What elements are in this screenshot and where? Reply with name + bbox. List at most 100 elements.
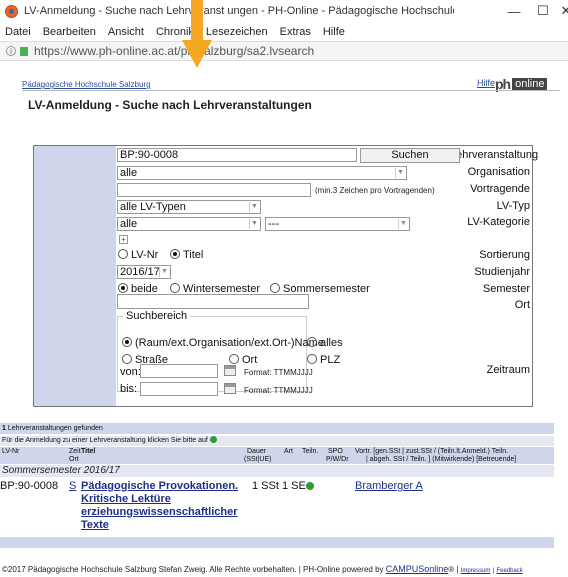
url-field[interactable]: https://www.ph-online.ac.at/ph-salzburg/… <box>34 44 314 58</box>
page-footer: ©2017 Pädagogische Hochschule Salzburg S… <box>2 564 523 574</box>
col-vortr: Vortr. [gen.SSt | zust.SSt / (Teiln.lt.A… <box>355 448 509 455</box>
row-schedule-link[interactable]: S <box>69 480 76 492</box>
col-art: Art <box>284 448 293 455</box>
organisation-value: alle <box>120 167 138 179</box>
footer-sep: | <box>492 568 495 574</box>
label-organisation: Organisation <box>467 166 530 178</box>
impressum-link[interactable]: Impressum <box>461 568 491 574</box>
sort-titel-label: Titel <box>183 249 204 261</box>
suchbereich-plz-radio[interactable]: PLZ <box>307 354 340 366</box>
menu-hilfe[interactable]: Hilfe <box>323 26 345 38</box>
studienjahr-select[interactable]: 2016/17 ▼ <box>117 265 171 279</box>
col-titel: Titel <box>81 448 96 455</box>
label-lehrveranstaltung: Lehrveranstaltung <box>450 149 539 161</box>
address-bar[interactable]: i https://www.ph-online.ac.at/ph-salzbur… <box>0 41 568 61</box>
row-vortragende-link[interactable]: Bramberger A <box>355 480 423 492</box>
menu-extras[interactable]: Extras <box>280 26 311 38</box>
calendar-icon[interactable] <box>224 383 236 394</box>
vortragende-input[interactable] <box>117 183 311 197</box>
window-title-bar: LV-Anmeldung - Suche nach Lehrveranst un… <box>0 0 568 22</box>
row-title-line-3[interactable]: erziehungswissenschaftlicher <box>81 506 238 518</box>
col-zeit: Zeit <box>69 448 81 455</box>
menu-datei[interactable]: Datei <box>5 26 31 38</box>
radio-icon <box>229 354 239 364</box>
row-dauer: 1 SSt <box>252 480 279 492</box>
label-semester: Semester <box>482 283 530 295</box>
col-spo: SPO <box>328 448 343 455</box>
label-vortragende: Vortragende <box>470 183 530 195</box>
window-title: LV-Anmeldung - Suche nach Lehrveranst un… <box>24 5 454 17</box>
results-footer-bar <box>0 537 554 548</box>
suchbereich-name-label: (Raum/ext.Organisation/ext.Ort-)Name <box>135 337 324 349</box>
lvkategorie2-select[interactable]: --- ▼ <box>265 217 410 231</box>
row-title-line-4[interactable]: Texte <box>81 519 109 531</box>
close-button[interactable]: ✕ <box>548 0 568 22</box>
col-spo-pwd: P/W/Dr <box>326 456 349 463</box>
lvkategorie-select[interactable]: alle ▼ <box>117 217 261 231</box>
suchbereich-legend: Suchbereich <box>123 310 191 322</box>
col-lvnr: LV-Nr <box>2 448 20 455</box>
bis-format-hint: Format: TTMMJJJJ <box>244 386 313 395</box>
radio-icon <box>307 337 317 347</box>
sort-lvnr-radio[interactable]: LV-Nr <box>118 249 158 261</box>
menu-ansicht[interactable]: Ansicht <box>108 26 144 38</box>
sort-lvnr-label: LV-Nr <box>131 249 159 261</box>
menu-bearbeiten[interactable]: Bearbeiten <box>43 26 96 38</box>
row-title-line-1[interactable]: Pädagogische Provokationen. <box>81 480 238 492</box>
col-dauer: Dauer <box>247 448 267 455</box>
label-zeitraum: Zeitraum <box>486 364 530 376</box>
footer-reg: ® | <box>448 565 459 574</box>
info-icon[interactable]: i <box>6 46 16 56</box>
results-count: 1 <box>2 425 6 432</box>
suchbereich-alles-label: alles <box>320 337 343 349</box>
footer-copyright: ©2017 Pädagogische Hochschule Salzburg S… <box>2 565 384 574</box>
chevron-down-icon: ▼ <box>249 202 259 212</box>
suchbereich-name-radio[interactable]: (Raum/ext.Organisation/ext.Ort-)Name <box>122 337 324 349</box>
radio-icon <box>118 249 128 259</box>
ort-input[interactable] <box>117 294 309 309</box>
chevron-down-icon: ▼ <box>249 219 259 229</box>
page-header: Pädagogische Hochschule Salzburg Hilfe p… <box>22 76 560 112</box>
help-link[interactable]: Hilfe <box>477 78 495 88</box>
row-art: 1 SE <box>282 480 306 492</box>
lvtyp-value: alle LV-Typen <box>120 201 186 213</box>
feedback-link[interactable]: Feedback <box>496 568 522 574</box>
lvtyp-select[interactable]: alle LV-Typen ▼ <box>117 200 261 214</box>
label-sortierung: Sortierung <box>479 249 530 261</box>
results-header-row: LV-Nr Zeit Ort Titel Dauer (SSt|UE) Art … <box>0 447 554 464</box>
von-format-hint: Format: TTMMJJJJ <box>244 368 313 377</box>
organisation-select[interactable]: alle ▼ <box>117 166 407 180</box>
studienjahr-value: 2016/17 <box>120 266 160 278</box>
label-ort: Ort <box>514 299 530 311</box>
search-button[interactable]: Suchen <box>360 148 460 163</box>
suchbereich-group: Suchbereich (Raum/ext.Organisation/ext.O… <box>117 310 343 392</box>
semester-group-header: Sommersemester 2016/17 <box>0 465 554 477</box>
col-teiln: Teiln. <box>302 448 319 455</box>
calendar-icon[interactable] <box>224 365 236 376</box>
suchbereich-alles-radio[interactable]: alles <box>307 337 343 349</box>
radio-selected-icon <box>122 337 132 347</box>
von-label: von: <box>120 366 141 378</box>
results-hint-text: Für die Anmeldung zu einer Lehrveranstal… <box>2 437 208 444</box>
radio-icon <box>170 283 180 293</box>
sort-titel-radio[interactable]: Titel <box>170 249 203 261</box>
register-icon <box>209 436 217 443</box>
lv-input[interactable]: BP:90-0008 <box>117 148 357 162</box>
row-title-line-2[interactable]: Kritische Lektüre <box>81 493 171 505</box>
bis-date-input[interactable] <box>140 382 218 396</box>
menu-lesezeichen[interactable]: Lesezeichen <box>206 26 268 38</box>
lock-icon <box>20 46 28 56</box>
logo-online: online <box>512 78 548 90</box>
search-form: Lehrveranstaltung BP:90-0008 Suchen Orga… <box>33 145 539 407</box>
org-link[interactable]: Pädagogische Hochschule Salzburg <box>22 80 151 89</box>
von-date-input[interactable] <box>140 364 218 378</box>
bis-label: bis: <box>120 383 138 395</box>
campusonline-link[interactable]: CAMPUSonline <box>386 564 449 574</box>
radio-icon <box>122 354 132 364</box>
label-studienjahr: Studienjahr <box>474 266 530 278</box>
register-icon[interactable] <box>306 482 314 490</box>
menu-bar: Datei Bearbeiten Ansicht Chronik Lesezei… <box>0 22 568 41</box>
radio-selected-icon <box>118 283 128 293</box>
expand-plus-icon[interactable]: + <box>119 235 128 244</box>
radio-icon <box>307 354 317 364</box>
